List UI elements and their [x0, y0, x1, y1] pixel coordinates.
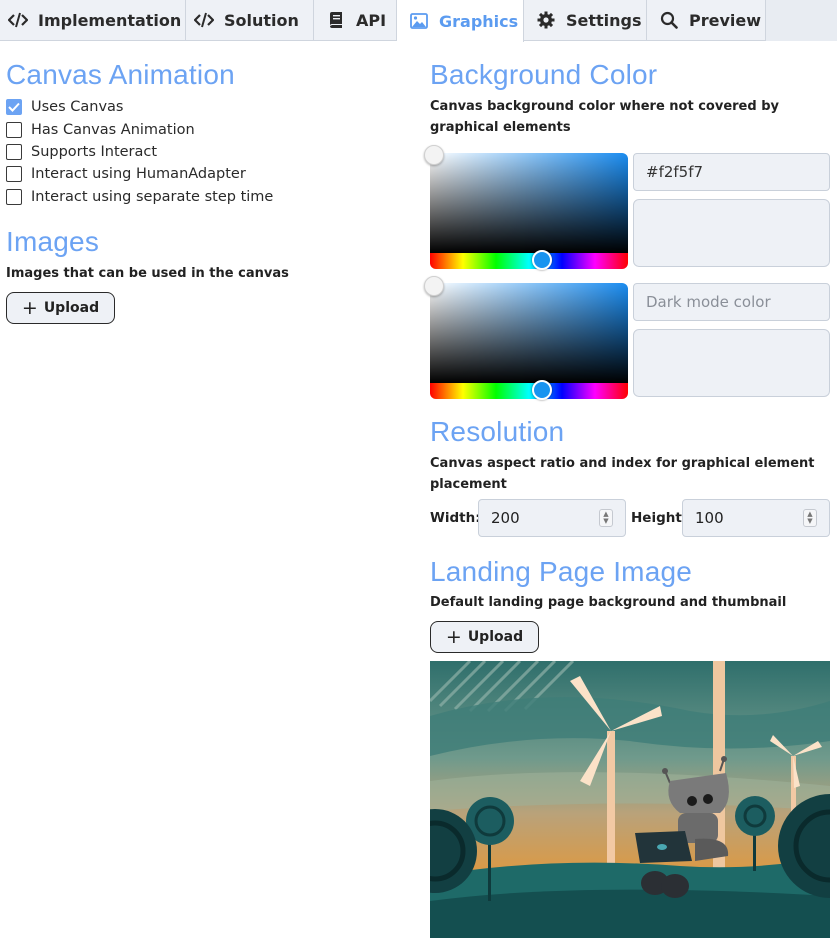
search-icon: [659, 10, 679, 30]
supports-interact-checkbox[interactable]: Supports Interact: [6, 142, 157, 162]
tab-implementation[interactable]: Implementation: [0, 0, 186, 41]
saturation-handle[interactable]: [424, 276, 444, 296]
height-spinner[interactable]: ▲ ▼: [803, 509, 817, 527]
width-spinner[interactable]: ▲ ▼: [599, 509, 613, 527]
images-description: Images that can be used in the canvas: [6, 266, 289, 281]
tab-solution[interactable]: Solution: [186, 0, 314, 41]
light-color-picker[interactable]: [430, 153, 628, 269]
checkbox-label: Uses Canvas: [31, 99, 124, 115]
width-value: 200: [491, 509, 520, 527]
upload-label: Upload: [467, 629, 524, 645]
landing-page-description: Default landing page background and thum…: [430, 595, 787, 610]
dark-color-input[interactable]: [633, 283, 830, 321]
hue-slider[interactable]: [430, 383, 628, 399]
image-icon: [409, 11, 429, 31]
code-icon: [8, 10, 28, 30]
checkbox-checked-icon[interactable]: [6, 99, 22, 115]
light-color-preview: [633, 199, 830, 267]
tab-label: Implementation: [38, 10, 182, 30]
hue-handle[interactable]: [532, 250, 552, 270]
checkbox-icon[interactable]: [6, 189, 22, 205]
checkbox-icon[interactable]: [6, 122, 22, 138]
interact-human-adapter-checkbox[interactable]: Interact using HumanAdapter: [6, 164, 246, 184]
background-color-description: Canvas background color where not covere…: [430, 99, 779, 135]
has-canvas-animation-checkbox[interactable]: Has Canvas Animation: [6, 120, 195, 140]
canvas-animation-heading: Canvas Animation: [6, 59, 235, 90]
code-icon: [194, 10, 214, 30]
checkbox-label: Supports Interact: [31, 144, 158, 160]
height-value: 100: [695, 509, 724, 527]
gear-icon: [536, 10, 556, 30]
saturation-area[interactable]: [430, 283, 628, 383]
light-color-input[interactable]: [633, 153, 830, 191]
tab-settings[interactable]: Settings: [524, 0, 647, 41]
chevron-down-icon[interactable]: ▼: [603, 518, 608, 525]
tab-label: Preview: [689, 10, 762, 30]
checkbox-label: Has Canvas Animation: [31, 122, 195, 138]
plus-icon: +: [445, 625, 462, 648]
upload-label: Upload: [43, 300, 100, 316]
images-upload-button[interactable]: + Upload: [6, 292, 115, 324]
resolution-description: Canvas aspect ratio and index for graphi…: [430, 456, 815, 492]
width-label: Width:: [430, 510, 481, 526]
saturation-handle[interactable]: [424, 145, 444, 165]
plus-icon: +: [21, 296, 38, 319]
landing-page-heading: Landing Page Image: [430, 556, 693, 587]
tab-graphics[interactable]: Graphics: [397, 0, 524, 42]
tab-api[interactable]: API: [314, 0, 397, 41]
tab-label: Graphics: [439, 11, 519, 31]
dark-color-preview: [633, 329, 830, 397]
tab-label: Settings: [566, 10, 642, 30]
background-color-heading: Background Color: [430, 59, 658, 90]
height-label: Height:: [631, 510, 688, 526]
dark-color-picker[interactable]: [430, 283, 628, 399]
checkbox-label: Interact using separate step time: [31, 189, 274, 205]
images-heading: Images: [6, 226, 100, 257]
chevron-down-icon[interactable]: ▼: [807, 518, 812, 525]
tab-label: Solution: [224, 10, 299, 30]
interact-separate-step-checkbox[interactable]: Interact using separate step time: [6, 187, 273, 207]
hue-handle[interactable]: [532, 380, 552, 400]
resolution-heading: Resolution: [430, 416, 565, 447]
height-input[interactable]: 100 ▲ ▼: [682, 499, 830, 537]
book-icon: [326, 10, 346, 30]
tab-bar: Implementation Solution API Graphics Set…: [0, 0, 837, 42]
hue-slider[interactable]: [430, 253, 628, 269]
uses-canvas-checkbox[interactable]: Uses Canvas: [6, 97, 123, 117]
landing-upload-button[interactable]: + Upload: [430, 621, 539, 653]
landing-page-image: [430, 661, 830, 938]
checkbox-label: Interact using HumanAdapter: [31, 166, 246, 182]
tab-preview[interactable]: Preview: [647, 0, 766, 41]
checkbox-icon[interactable]: [6, 144, 22, 160]
saturation-area[interactable]: [430, 153, 628, 253]
width-input[interactable]: 200 ▲ ▼: [478, 499, 626, 537]
tab-label: API: [356, 10, 387, 30]
checkbox-icon[interactable]: [6, 166, 22, 182]
